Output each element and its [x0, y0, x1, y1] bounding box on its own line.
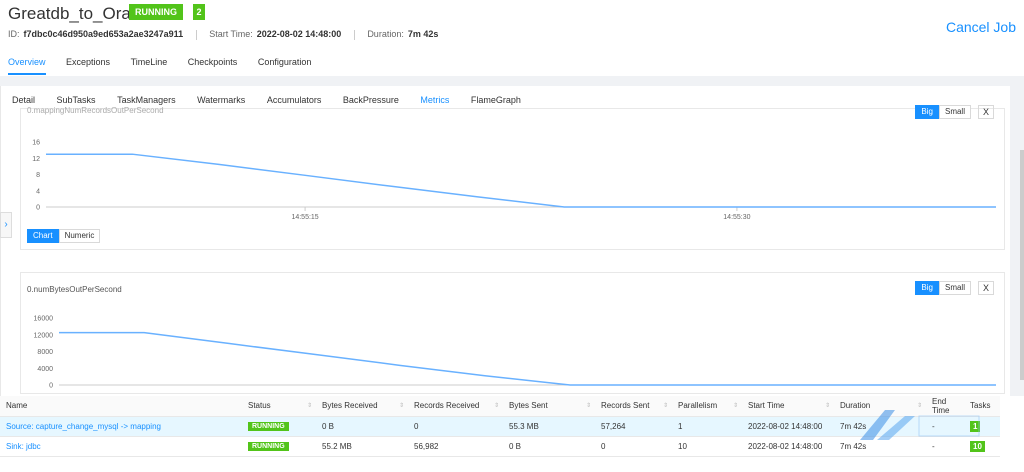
records-received: 56,982 [408, 436, 503, 457]
y-tick-label: 12 [32, 156, 40, 163]
task-count-badge: 2 [193, 4, 205, 20]
sort-icon[interactable]: ⇕ [399, 402, 404, 409]
column-header[interactable]: Bytes Sent ⇕ [503, 396, 595, 417]
chevron-right-icon: › [4, 219, 8, 230]
job-tabs: Overview Exceptions TimeLine Checkpoints… [8, 53, 329, 75]
metric-name: 0.mappingNumRecordsOutPerSecond [27, 106, 164, 115]
parallelism: 1 [672, 416, 742, 437]
status-badge: RUNNING [248, 422, 289, 431]
y-tick-label: 16 [32, 140, 40, 147]
numeric-view-button[interactable]: Numeric [58, 229, 101, 243]
start-time: 2022-08-02 14:48:00 [742, 436, 834, 457]
close-metric-button[interactable]: X [978, 105, 994, 119]
tab-timeline[interactable]: TimeLine [131, 53, 168, 75]
column-header[interactable]: Start Time ⇕ [742, 396, 834, 417]
records-sent: 0 [595, 436, 672, 457]
vertex-name-link[interactable]: Source: capture_change_mysql -> mapping [0, 416, 242, 437]
sort-icon[interactable]: ⇕ [307, 402, 312, 409]
job-header: Greatdb_to_Oracle RUNNING 2 ID: f7dbc0c46… [0, 0, 1024, 76]
series-line [59, 331, 996, 386]
duration-label: Duration: [367, 29, 404, 39]
column-header[interactable]: Status ⇕ [242, 396, 316, 417]
status-badge: RUNNING [248, 442, 289, 451]
tab-exceptions[interactable]: Exceptions [66, 53, 110, 75]
column-header[interactable]: Records Sent ⇕ [595, 396, 672, 417]
tab-overview[interactable]: Overview [8, 53, 46, 75]
y-tick-label: 8000 [37, 349, 53, 356]
scrollbar[interactable] [1020, 150, 1024, 380]
sort-icon[interactable]: ⇕ [733, 402, 738, 409]
column-header[interactable]: Parallelism ⇕ [672, 396, 742, 417]
metric-chart-records-out: 0 4 8 12 16 14:55:15 14:55:30 [32, 140, 996, 221]
table-row[interactable]: Sink: jdbc RUNNING 55.2 MB 56,982 0 B 0 … [0, 436, 1000, 457]
chart-view-button[interactable]: Chart [27, 229, 59, 243]
x-tick-label: 14:55:30 [723, 214, 750, 221]
small-button[interactable]: Small [938, 281, 971, 295]
column-header[interactable]: Name [0, 396, 242, 417]
bytes-received: 0 B [316, 416, 408, 437]
small-button[interactable]: Small [938, 105, 971, 119]
y-tick-label: 4 [36, 188, 40, 195]
tab-checkpoints[interactable]: Checkpoints [188, 53, 238, 75]
cancel-job-button[interactable]: Cancel Job [946, 19, 1016, 35]
series-line [46, 153, 996, 208]
records-received: 0 [408, 416, 503, 437]
sort-icon[interactable]: ⇕ [825, 402, 830, 409]
duration-value: 7m 42s [407, 29, 439, 39]
tab-configuration[interactable]: Configuration [258, 53, 312, 75]
column-header[interactable]: Records Received ⇕ [408, 396, 503, 417]
size-toggle: Big Small [915, 281, 971, 295]
sort-icon[interactable]: ⇕ [586, 402, 591, 409]
vertex-name-link[interactable]: Sink: jdbc [0, 436, 242, 457]
y-tick-label: 0 [49, 383, 53, 390]
start-time-label: Start Time: [209, 29, 253, 39]
close-metric-button[interactable]: X [978, 281, 994, 295]
metric-card-records-out: 0 4 8 12 16 14:55:15 14:55:30 0.mappingNumReco… [20, 105, 1005, 250]
big-button[interactable]: Big [915, 105, 939, 119]
bytes-received: 55.2 MB [316, 436, 408, 457]
metric-card-bytes-out: 0 4000 8000 12000 16000 0.numBytesOutPerSeco… [20, 272, 1005, 394]
metric-chart-bytes-out: 0 4000 8000 12000 16000 [34, 316, 996, 390]
big-button[interactable]: Big [915, 281, 939, 295]
records-sent: 57,264 [595, 416, 672, 437]
sort-icon[interactable]: ⇕ [663, 402, 668, 409]
job-id-label: ID: [8, 29, 20, 39]
y-tick-label: 16000 [34, 316, 54, 323]
table-header-row: Name Status ⇕ Bytes Received ⇕ Records Rec… [0, 396, 1000, 417]
sort-icon[interactable]: ⇕ [494, 402, 499, 409]
expand-panel-button[interactable]: › [0, 212, 12, 238]
table-row[interactable]: Source: capture_change_mysql -> mapping … [0, 416, 1000, 437]
job-meta: ID: f7dbc0c46d950a9ed653a2ae3247a911 Star… [8, 29, 438, 40]
y-tick-label: 4000 [37, 366, 53, 373]
bytes-sent: 55.3 MB [503, 416, 595, 437]
view-toggle: Chart Numeric [27, 229, 101, 243]
bytes-sent: 0 B [503, 436, 595, 457]
start-time-value: 2022-08-02 14:48:00 [256, 29, 342, 39]
column-header[interactable]: Bytes Received ⇕ [316, 396, 408, 417]
status-badge: RUNNING [129, 4, 183, 20]
y-tick-label: 12000 [34, 332, 54, 339]
job-id-value: f7dbc0c46d950a9ed653a2ae3247a911 [23, 29, 184, 39]
watermark-logo [860, 410, 980, 440]
start-time: 2022-08-02 14:48:00 [742, 416, 834, 437]
metric-name: 0.numBytesOutPerSecond [27, 285, 122, 294]
size-toggle: Big Small [915, 105, 971, 119]
parallelism: 10 [672, 436, 742, 457]
y-tick-label: 8 [36, 172, 40, 179]
y-tick-label: 0 [36, 205, 40, 212]
x-tick-label: 14:55:15 [291, 214, 318, 221]
